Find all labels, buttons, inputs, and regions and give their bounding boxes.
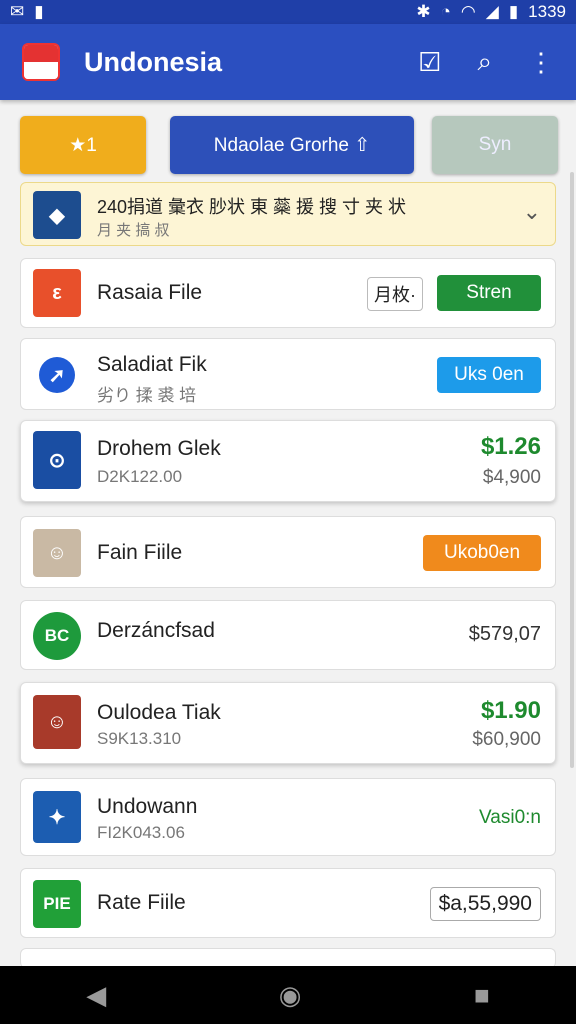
app-badge-icon: ⊙ [33,431,81,489]
list-item[interactable]: ☺ Oulodea Tiak S9K13.310 $1.90 $60,900 [20,682,556,764]
list-item[interactable]: ☺ Fain Fiile Ukob0en [20,516,556,588]
bc-icon: BC [33,612,81,660]
chevron-down-icon[interactable]: ⌄ [523,199,541,225]
home-icon[interactable]: ◉ [279,980,302,1011]
alarm-icon: ◔ [440,2,451,21]
search-icon[interactable]: ⌕ [477,46,492,78]
stren-button[interactable]: Stren [437,275,541,311]
option-chip[interactable]: 月枚· [367,277,423,311]
pie-icon: PIE [33,880,81,928]
avatar: ☺ [33,695,81,749]
list-item[interactable]: BC Derzáncfsad $579,07 [20,600,556,670]
recents-icon[interactable]: ■ [474,980,490,1011]
check-mail-icon[interactable]: ☑ [418,47,441,78]
list-item-partial[interactable] [20,948,556,968]
messenger-icon: ➚ [33,351,81,399]
list-item[interactable]: ➚ Saladiat Fik 劣り 揉 裘 培 Uks 0en [20,338,556,410]
primary-action-button[interactable]: Ndaolae Grorhe ⇧ [170,116,414,174]
overflow-menu-icon[interactable]: ⋮ [528,47,554,78]
app-bar: Undonesia ☑ ⌕ ⋮ [0,24,576,100]
shield-icon: ◆ [33,191,81,239]
avatar: ☺ [33,529,81,577]
list-item[interactable]: PIE Rate Fiile $a,55,990 [20,868,556,938]
battery-icon: ▮ [508,2,519,21]
signal-icon: ◢ [485,2,499,21]
file-icon: ε [33,269,81,317]
star-button[interactable]: ★1 [20,116,146,174]
app-logo [22,43,60,81]
list-item[interactable]: ✦ Undowann FI2K043.06 Vasi0:n [20,778,556,856]
uks-button[interactable]: Uks 0en [437,357,541,393]
price-box[interactable]: $a,55,990 [429,887,541,921]
clock: 1339 [528,2,566,21]
scrollbar[interactable] [570,172,574,768]
status-bar: ✉ ▮ ✱ ◔ ◠ ◢ ▮ 1339 [0,0,576,24]
list-item-highlight[interactable]: ◆ 240捐道 彙衣 䏚状 東 蘂 援 搜 寸 夹 状 月 夹 搞 叔 ⌄ [20,182,556,246]
back-icon[interactable]: ◀ [86,980,106,1011]
ukob-button[interactable]: Ukob0en [423,535,541,571]
mail-icon: ✉ [10,2,25,21]
list-item[interactable]: ε Rasaia File 月枚· Stren [20,258,556,328]
sim-icon: ▮ [34,2,44,21]
bluetooth-icon: ✱ [416,2,431,21]
sync-button[interactable]: Syn [432,116,558,174]
emblem-icon: ✦ [33,791,81,843]
app-title: Undonesia [84,46,223,77]
wifi-icon: ◠ [460,2,476,21]
list-item[interactable]: ⊙ Drohem Glek D2K122.00 $1.26 $4,900 [20,420,556,502]
system-nav-bar: ◀ ◉ ■ [0,966,576,1024]
